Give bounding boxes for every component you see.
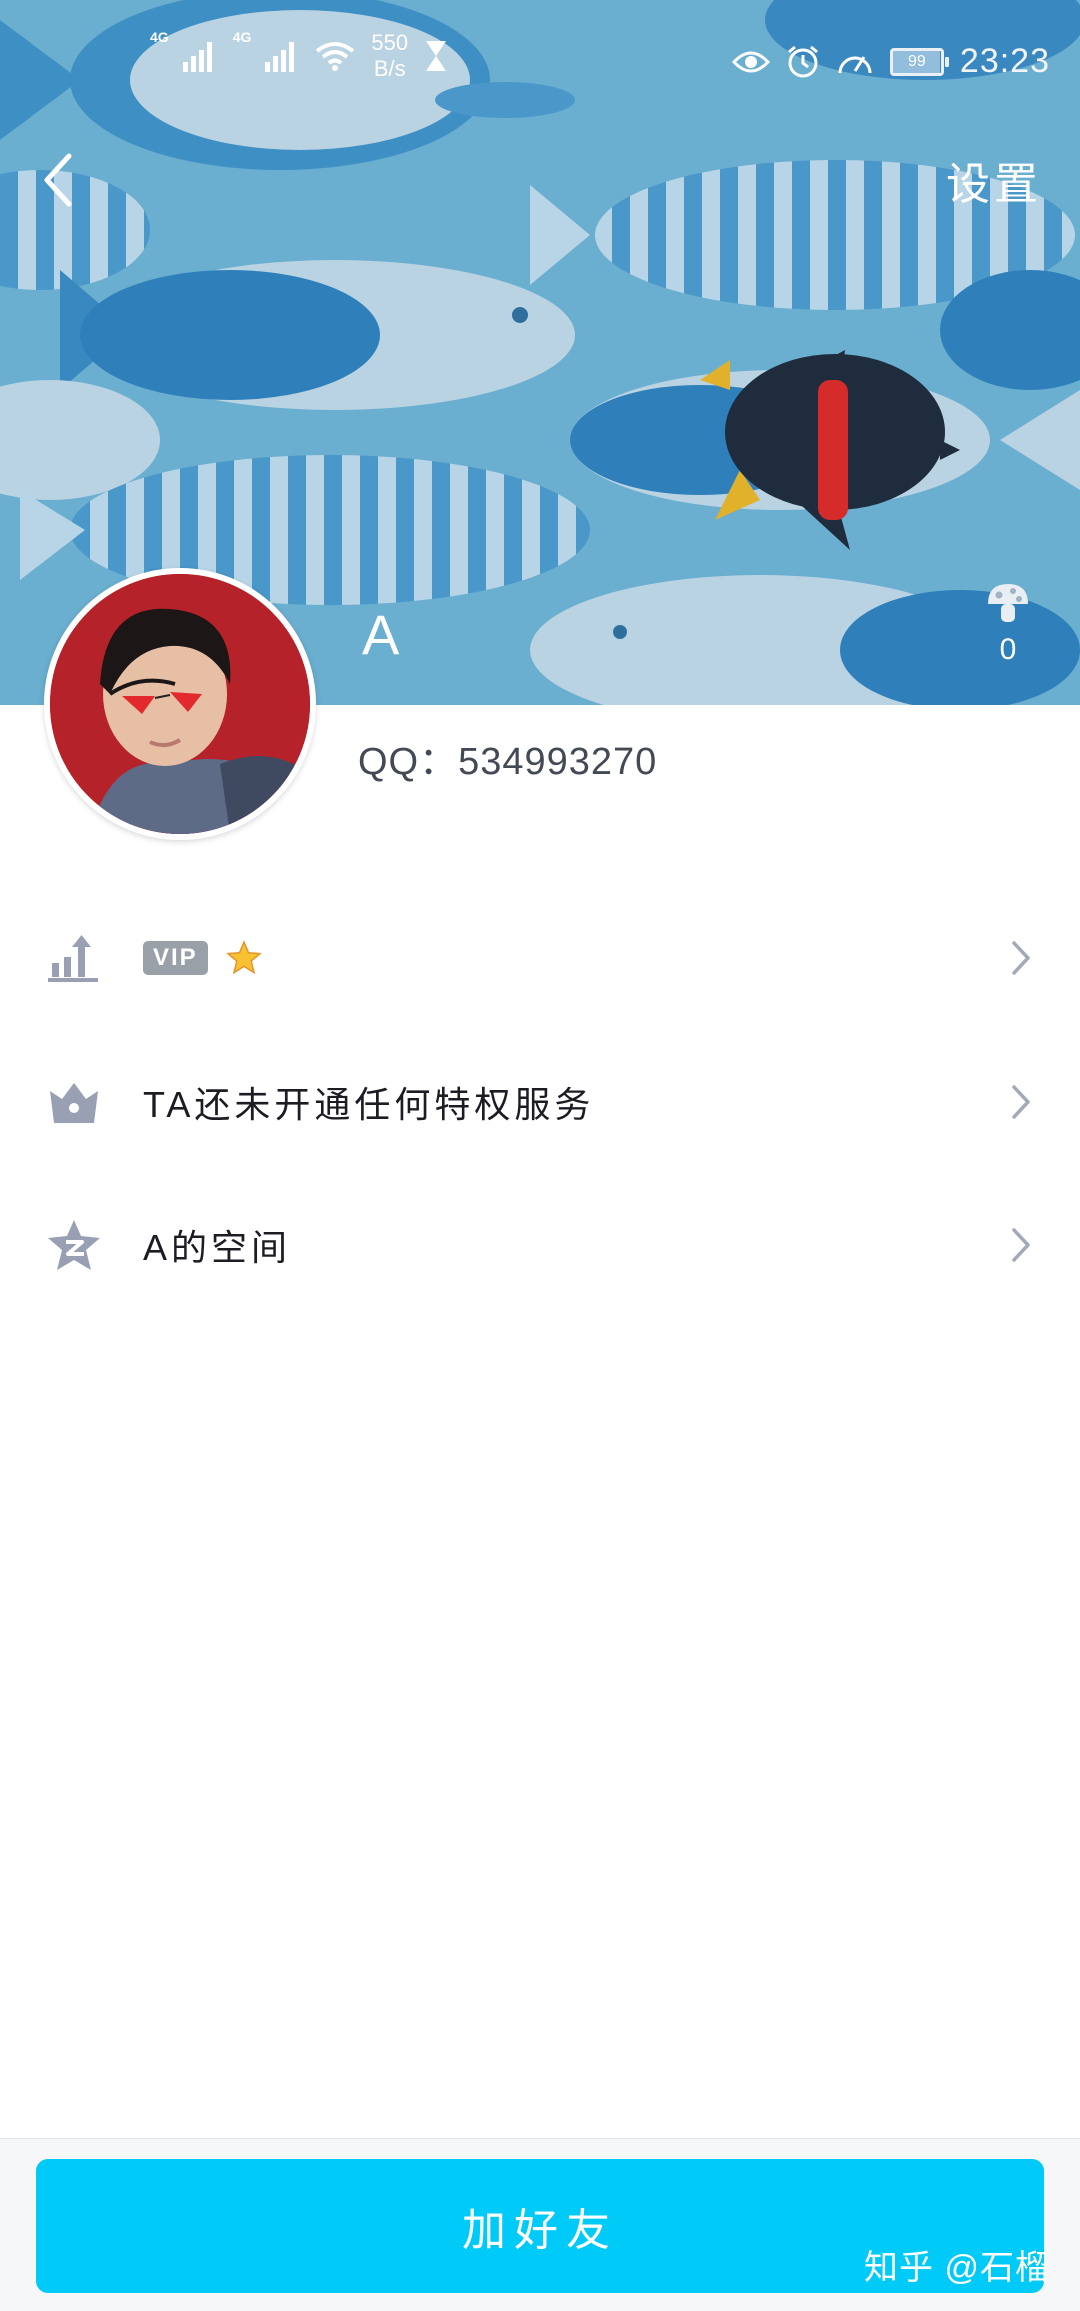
status-left: 4G 4G 550 B/s	[150, 30, 448, 82]
vip-badge: VIP	[143, 941, 208, 975]
chevron-right-icon	[1006, 938, 1036, 978]
avatar-photo	[50, 574, 310, 834]
vip-row-content: VIP	[143, 940, 262, 976]
chevron-right-icon	[1006, 1082, 1036, 1122]
network-speed: 550 B/s	[371, 30, 408, 82]
profile-nickname: A	[362, 603, 400, 666]
privilege-row-content: TA还未开通任何特权服务	[143, 1076, 594, 1128]
qzone-row[interactable]: A的空间	[0, 1190, 1080, 1300]
like-count: 0	[999, 633, 1017, 666]
chevron-right-icon	[1006, 1225, 1036, 1265]
qzone-star-icon	[46, 1217, 102, 1273]
speed-value: 550	[371, 30, 409, 55]
eye-icon	[731, 51, 770, 72]
mushroom-icon	[988, 584, 1028, 622]
settings-button[interactable]: 设置	[946, 148, 1042, 212]
qzone-label: A的空间	[143, 1227, 292, 1268]
avatar[interactable]	[44, 568, 316, 840]
signal-icon	[265, 42, 295, 72]
status-right: 99 23:23	[731, 42, 1050, 81]
network-type-2: 4G	[232, 29, 252, 45]
qq-number: QQ：534993270	[358, 741, 658, 783]
battery-percent: 99	[908, 52, 926, 70]
hourglass-icon	[426, 41, 447, 71]
chevron-left-icon	[44, 153, 72, 207]
privilege-row[interactable]: TA还未开通任何特权服务	[0, 1047, 1080, 1157]
back-button[interactable]	[28, 140, 88, 220]
speed-unit: B/s	[373, 56, 406, 81]
wifi-icon	[316, 42, 355, 71]
crown-icon	[46, 1074, 102, 1130]
status-bar: 4G 4G 550 B/s 99 23:23	[0, 0, 1080, 130]
level-up-icon	[46, 930, 102, 986]
signal-icon	[182, 42, 212, 72]
like-button[interactable]: 0	[980, 582, 1036, 667]
alarm-icon	[787, 45, 818, 77]
vip-level-row[interactable]: VIP	[0, 903, 1080, 1013]
battery-icon: 99	[889, 47, 949, 76]
status-time: 23:23	[959, 42, 1050, 80]
privilege-label: TA还未开通任何特权服务	[143, 1084, 595, 1125]
watermark: 知乎 @石榴	[864, 2249, 1050, 2287]
qzone-row-content: A的空间	[143, 1219, 291, 1271]
star-icon	[225, 940, 262, 975]
network-type-1: 4G	[150, 29, 169, 45]
speedometer-icon	[838, 55, 872, 73]
